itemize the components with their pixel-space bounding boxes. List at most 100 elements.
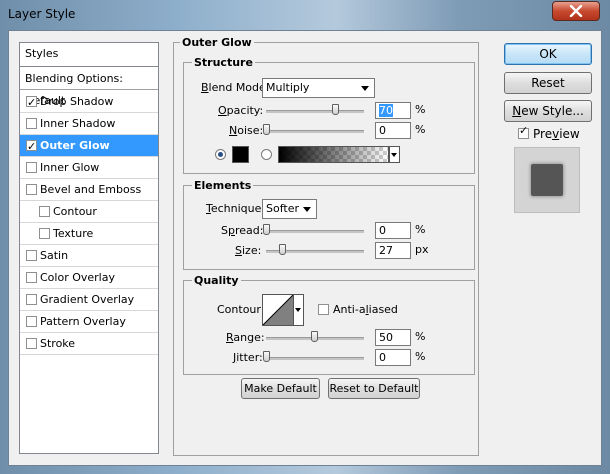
gradient-picker[interactable] (278, 146, 389, 163)
style-item-stroke[interactable]: Stroke (20, 333, 158, 355)
style-item-checkbox[interactable] (26, 184, 37, 195)
style-item-label: Pattern Overlay (40, 315, 126, 328)
contour-dropdown-button[interactable] (294, 294, 304, 326)
blend-mode-label: Blend Mode: (201, 81, 270, 94)
range-input[interactable]: 50 (375, 329, 411, 346)
window-title: Layer Style (8, 7, 76, 21)
style-item-checkbox[interactable] (26, 272, 37, 283)
ok-button[interactable]: OK (504, 43, 592, 65)
outer-glow-panel: Outer Glow Structure Blend Mode: Multipl… (173, 36, 479, 456)
style-item-outer-glow[interactable]: Outer Glow (20, 135, 158, 158)
style-item-satin[interactable]: Satin (20, 245, 158, 267)
title-bar[interactable]: Layer Style (0, 0, 610, 30)
technique-select[interactable]: Softer (262, 199, 317, 219)
style-item-checkbox[interactable] (26, 316, 37, 327)
jitter-input[interactable]: 0 (375, 349, 411, 366)
elements-title: Elements (192, 179, 254, 192)
jitter-label: Jitter: (233, 351, 263, 364)
chevron-down-icon (295, 308, 301, 312)
range-label: Range: (226, 331, 265, 344)
noise-slider-thumb[interactable] (263, 124, 270, 135)
spread-unit: % (415, 223, 426, 236)
gradient-dropdown-button[interactable] (389, 146, 400, 163)
technique-value: Softer (266, 202, 299, 215)
preview-label: Preview (533, 127, 580, 141)
style-item-checkbox[interactable] (26, 294, 37, 305)
opacity-slider-thumb[interactable] (332, 104, 339, 115)
style-item-checkbox[interactable] (26, 338, 37, 349)
style-item-label: Gradient Overlay (40, 293, 135, 306)
close-button[interactable] (552, 1, 600, 21)
style-item-inner-shadow[interactable]: Inner Shadow (20, 113, 158, 135)
style-item-bevel-and-emboss[interactable]: Bevel and Emboss (20, 179, 158, 201)
outer-glow-title: Outer Glow (180, 36, 254, 49)
preview-swatch (531, 164, 563, 196)
new-style-button[interactable]: New Style... (504, 100, 592, 122)
style-item-checkbox[interactable] (26, 136, 37, 158)
style-item-label: Inner Shadow (40, 117, 116, 130)
chevron-down-icon (303, 207, 311, 212)
style-item-label: Drop Shadow (40, 95, 114, 108)
spread-slider-thumb[interactable] (263, 224, 270, 235)
blending-options-item[interactable]: Blending Options: Default (20, 68, 158, 107)
opacity-unit: % (415, 103, 426, 116)
style-item-label: Satin (40, 249, 69, 262)
opacity-input[interactable]: 70 (375, 102, 411, 119)
style-item-gradient-overlay[interactable]: Gradient Overlay (20, 289, 158, 311)
noise-slider-track[interactable] (266, 130, 364, 133)
style-item-checkbox[interactable] (26, 162, 37, 173)
spread-slider-track[interactable] (266, 230, 364, 233)
style-item-contour[interactable]: Contour (20, 201, 158, 223)
style-item-pattern-overlay[interactable]: Pattern Overlay (20, 311, 158, 333)
opacity-label: Opacity: (218, 104, 264, 117)
contour-preview[interactable] (262, 294, 294, 326)
contour-curve-icon (262, 294, 294, 326)
style-item-label: Bevel and Emboss (40, 183, 142, 196)
styles-list: Styles Blending Options: Default Drop Sh… (19, 42, 159, 454)
range-slider-thumb[interactable] (311, 331, 318, 342)
style-item-label: Inner Glow (40, 161, 100, 174)
style-item-checkbox[interactable] (26, 118, 37, 129)
style-item-checkbox[interactable] (26, 250, 37, 261)
noise-unit: % (415, 123, 426, 136)
dialog-body: Styles Blending Options: Default Drop Sh… (8, 30, 602, 466)
style-item-texture[interactable]: Texture (20, 223, 158, 245)
elements-group: Elements Technique: Softer Spread: 0 % S… (183, 179, 475, 270)
jitter-slider-track[interactable] (266, 357, 364, 360)
size-input[interactable]: 27 (375, 242, 411, 259)
chevron-down-icon (361, 86, 369, 91)
style-item-color-overlay[interactable]: Color Overlay (20, 267, 158, 289)
preview-checkbox[interactable] (518, 124, 529, 139)
gradient-radio[interactable] (261, 149, 272, 160)
opacity-slider-track[interactable] (266, 110, 364, 113)
style-item-label: Contour (53, 205, 97, 218)
size-label: Size: (235, 244, 262, 257)
anti-aliased-checkbox[interactable] (318, 304, 329, 315)
style-item-checkbox[interactable] (39, 206, 50, 217)
blend-mode-select[interactable]: Multiply (262, 78, 375, 98)
structure-title: Structure (192, 56, 255, 69)
make-default-button[interactable]: Make Default (241, 378, 320, 399)
noise-input[interactable]: 0 (375, 122, 411, 139)
range-unit: % (415, 330, 426, 343)
chevron-down-icon (391, 153, 397, 157)
size-unit: px (415, 243, 429, 256)
solid-color-radio[interactable] (215, 149, 226, 160)
quality-group: Quality Contour: Anti-aliased Range: 50 (183, 274, 475, 375)
noise-label: Noise: (229, 124, 264, 137)
style-item-checkbox[interactable] (39, 228, 50, 239)
style-item-label: Texture (53, 227, 94, 240)
jitter-slider-thumb[interactable] (263, 351, 270, 362)
style-item-label: Outer Glow (40, 139, 110, 152)
size-slider-thumb[interactable] (279, 244, 286, 255)
anti-aliased-label: Anti-aliased (333, 303, 398, 316)
spread-input[interactable]: 0 (375, 222, 411, 239)
styles-header[interactable]: Styles (20, 43, 158, 67)
glow-color-swatch[interactable] (232, 146, 249, 163)
style-preview (514, 147, 580, 213)
style-item-drop-shadow[interactable]: Drop Shadow (20, 91, 158, 114)
style-item-inner-glow[interactable]: Inner Glow (20, 157, 158, 179)
reset-button[interactable]: Reset (504, 72, 592, 94)
style-item-checkbox[interactable] (26, 92, 37, 114)
reset-to-default-button[interactable]: Reset to Default (328, 378, 420, 399)
